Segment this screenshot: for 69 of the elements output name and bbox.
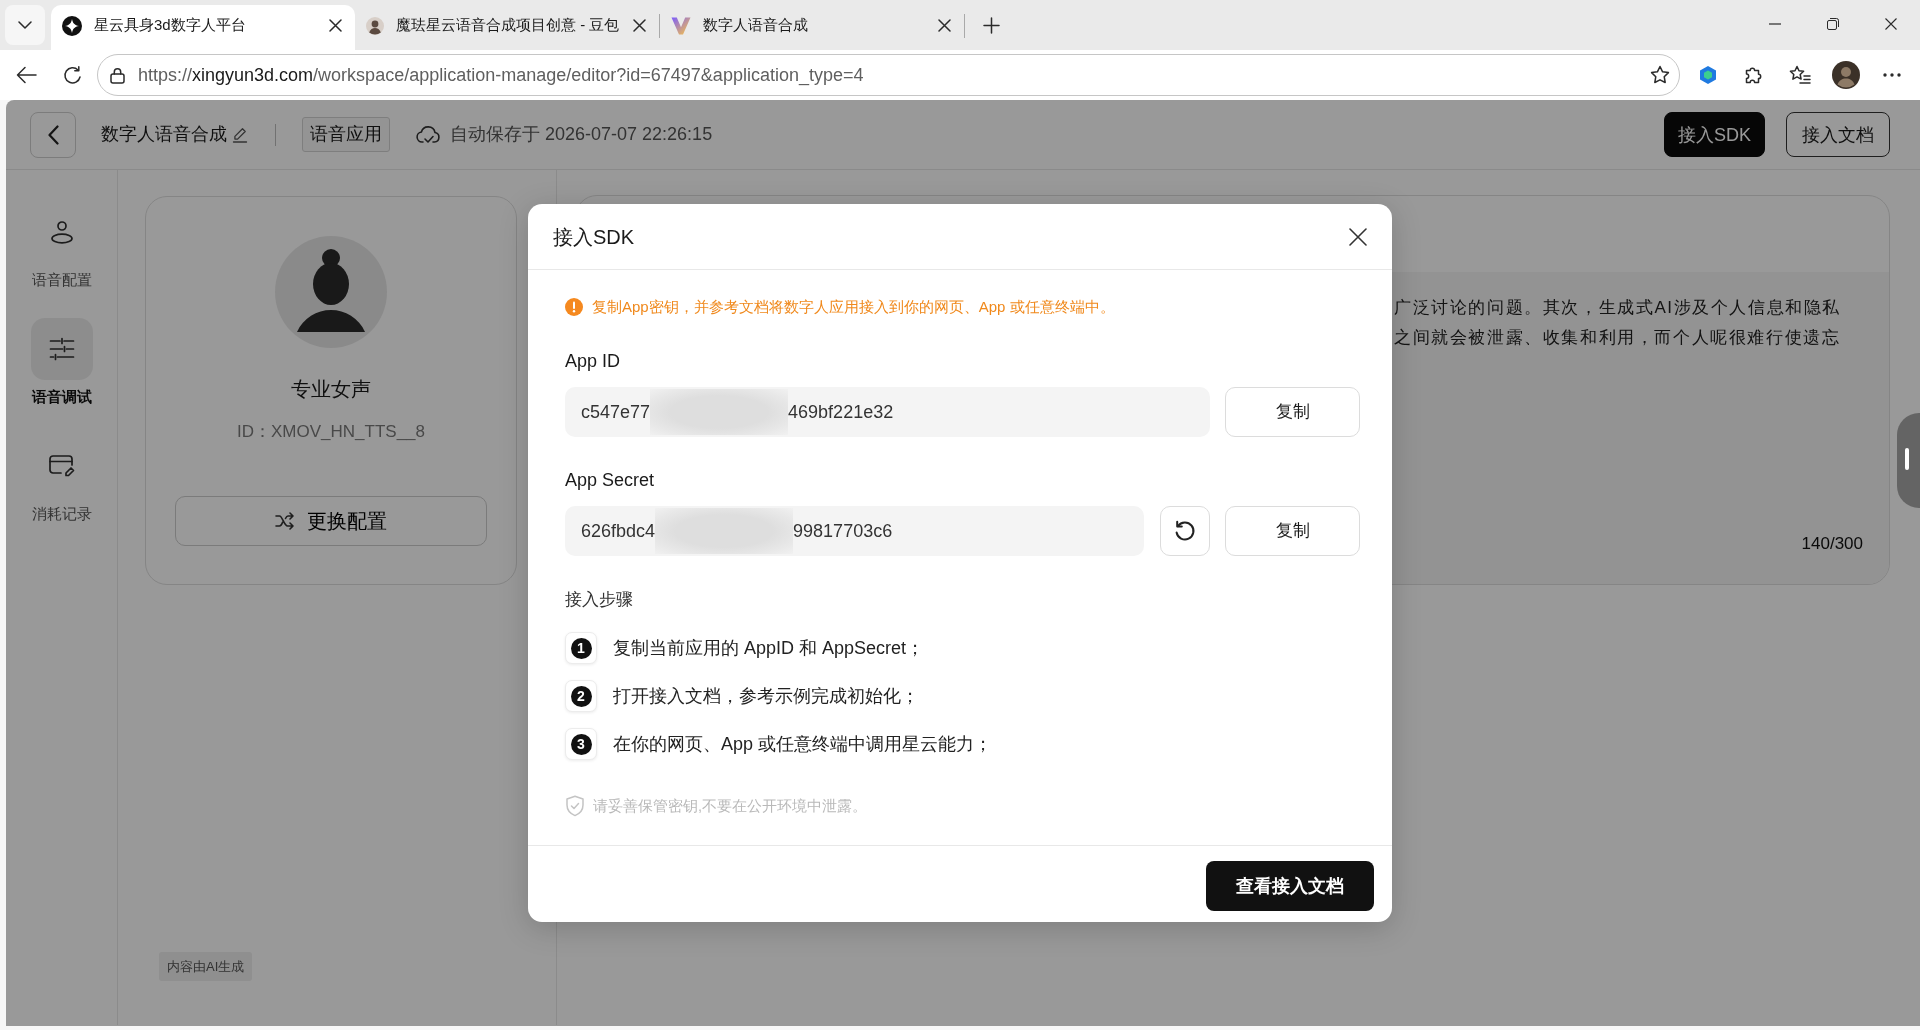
key-field[interactable]: 626fbdc4 99817703c6 [565, 506, 1144, 556]
field-label: App ID [565, 350, 621, 372]
lock-icon[interactable] [110, 66, 125, 84]
section-title: 接入步骤 [565, 590, 633, 610]
close-icon[interactable] [329, 19, 342, 32]
favorites-icon[interactable] [1789, 65, 1811, 85]
text-line: 之间就会被泄露、收集和利用，而个人呢很难行使遗忘 [1394, 327, 1842, 349]
browser-tab[interactable]: 数字人语音合成 [660, 5, 964, 50]
app-title: 数字人语音合成 [101, 123, 227, 146]
key-field[interactable]: c547e77 469bf221e32 [565, 387, 1210, 437]
close-icon[interactable] [1349, 227, 1367, 246]
browser-tab[interactable]: 星云具身3d数字人平台 [51, 5, 355, 50]
restore-icon[interactable] [1827, 18, 1839, 30]
docs-button[interactable]: 接入文档 [1786, 112, 1890, 157]
dialog-title: 接入SDK [553, 224, 635, 250]
text-line: 广泛讨论的问题。其次，生成式AI涉及个人信息和隐私 [1394, 297, 1843, 319]
sidebar-item[interactable]: 语音调试 [6, 318, 118, 407]
copy-button[interactable]: 复制 [1225, 387, 1360, 437]
back-arrow-icon[interactable] [15, 66, 37, 84]
side-handle[interactable] [1897, 413, 1920, 508]
char-count: 140/300 [1801, 532, 1863, 555]
view-docs-button[interactable]: 查看接入文档 [1206, 861, 1374, 911]
refresh-icon [1174, 520, 1196, 542]
step-text: 复制当前应用的 AppID 和 AppSecret； [613, 636, 925, 660]
change-config-button[interactable]: 更换配置 [175, 496, 487, 546]
puzzle-icon[interactable] [1744, 65, 1764, 85]
shield-check-icon [565, 795, 585, 817]
browser-tab[interactable]: 魔珐星云语音合成项目创意 - 豆包 [355, 5, 659, 50]
logo-icon [62, 15, 82, 36]
close-icon[interactable] [938, 19, 951, 32]
notice-text: 复制App密钥，并参考文档将数字人应用接入到你的网页、App 或任意终端中。 [592, 298, 1115, 316]
chevron-left-icon [47, 124, 59, 145]
reset-button[interactable] [1160, 506, 1210, 556]
tab-list-button[interactable] [5, 5, 45, 45]
plus-icon[interactable] [982, 17, 1000, 34]
close-icon[interactable] [1885, 18, 1897, 30]
step-number: 3 [565, 728, 597, 760]
card-pencil-icon [47, 454, 76, 478]
field-label: App Secret [565, 469, 655, 491]
caret-down-icon [18, 21, 32, 29]
autosave-status: 自动保存于 2026-07-07 22:26:15 [450, 123, 713, 146]
ai-generated-label: 内容由AI生成 [159, 951, 253, 981]
profile-avatar[interactable] [1832, 61, 1860, 89]
sidebar-item[interactable]: 语音配置 [6, 201, 118, 290]
voice-id: ID：XMOV_HN_TTS__8 [237, 421, 425, 443]
step-text: 在你的网页、App 或任意终端中调用星云能力； [613, 732, 993, 756]
security-note: 请妥善保管密钥,不要在公开环境中泄露。 [593, 797, 868, 816]
close-icon[interactable] [633, 19, 646, 32]
v-logo-icon [671, 16, 691, 35]
person-icon [49, 220, 74, 244]
cloud-check-icon [416, 124, 440, 145]
more-icon[interactable] [1883, 73, 1901, 77]
app-type-tag: 语音应用 [302, 117, 390, 152]
shuffle-icon [275, 512, 295, 530]
step-number: 1 [565, 632, 597, 664]
voice-name: 专业女声 [291, 377, 371, 401]
copy-button[interactable]: 复制 [1225, 506, 1360, 556]
sdk-button[interactable]: 接入SDK [1664, 112, 1765, 157]
star-icon[interactable] [1650, 65, 1670, 85]
extension-icon[interactable] [1698, 65, 1718, 85]
step-number: 2 [565, 680, 597, 712]
pencil-icon[interactable] [232, 126, 248, 143]
warning-icon [565, 298, 583, 316]
sliders-icon [48, 337, 75, 361]
avatar-icon [366, 16, 384, 35]
back-button[interactable] [30, 111, 76, 158]
refresh-icon[interactable] [62, 65, 82, 85]
step-text: 打开接入文档，参考示例完成初始化； [613, 684, 919, 708]
sidebar-item[interactable]: 消耗记录 [6, 435, 118, 524]
